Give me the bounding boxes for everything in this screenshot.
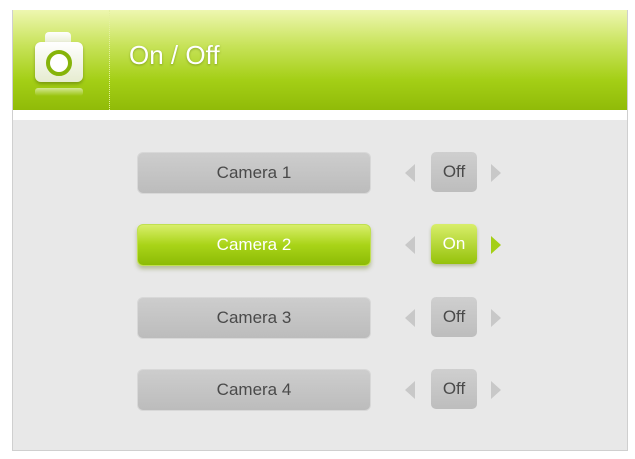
camera-2-state-value[interactable]: On — [431, 224, 477, 264]
header-divider — [13, 110, 627, 120]
camera-lens-icon — [46, 50, 72, 76]
camera-row-3: Camera 3 Off — [13, 297, 627, 339]
camera-4-next-arrow-icon[interactable] — [491, 381, 501, 399]
settings-panel: On / Off Camera 1 Off Camera 2 On Camera… — [12, 10, 628, 451]
camera-row-4: Camera 4 Off — [13, 369, 627, 411]
camera-3-state-value[interactable]: Off — [431, 297, 477, 337]
camera-4-button[interactable]: Camera 4 — [137, 369, 371, 411]
camera-2-button[interactable]: Camera 2 — [137, 224, 371, 266]
header-bar: On / Off — [13, 10, 627, 110]
camera-2-prev-arrow-icon[interactable] — [405, 236, 415, 254]
camera-row-1: Camera 1 Off — [13, 152, 627, 194]
camera-4-state-value[interactable]: Off — [431, 369, 477, 409]
camera-icon-reflection — [35, 88, 83, 96]
camera-3-next-arrow-icon[interactable] — [491, 309, 501, 327]
camera-1-prev-arrow-icon[interactable] — [405, 164, 415, 182]
page-title: On / Off — [129, 40, 220, 70]
camera-4-prev-arrow-icon[interactable] — [405, 381, 415, 399]
header-icon-area — [13, 10, 110, 110]
camera-3-button[interactable]: Camera 3 — [137, 297, 371, 339]
camera-1-button[interactable]: Camera 1 — [137, 152, 371, 194]
camera-1-state-value[interactable]: Off — [431, 152, 477, 192]
camera-row-2: Camera 2 On — [13, 224, 627, 266]
camera-icon — [35, 42, 83, 82]
camera-3-prev-arrow-icon[interactable] — [405, 309, 415, 327]
camera-2-next-arrow-icon[interactable] — [491, 236, 501, 254]
camera-1-next-arrow-icon[interactable] — [491, 164, 501, 182]
